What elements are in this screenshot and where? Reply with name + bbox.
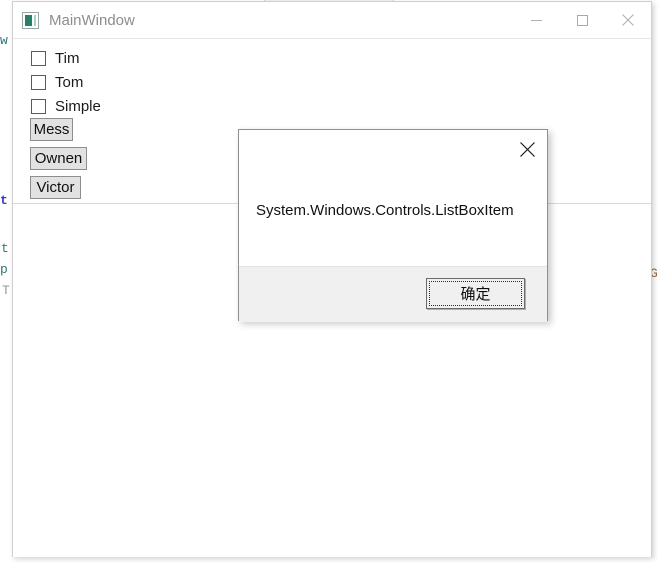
checkbox-box[interactable]: [31, 74, 46, 90]
victor-button[interactable]: Victor: [30, 176, 81, 199]
dialog-ok-button[interactable]: 确定: [426, 278, 525, 309]
app-icon: [22, 11, 39, 29]
close-button[interactable]: [605, 2, 651, 38]
maximize-button[interactable]: [559, 2, 605, 38]
checkbox-box[interactable]: [31, 98, 46, 114]
checkbox-box[interactable]: [31, 50, 46, 66]
bg-text-fragment: p: [0, 262, 8, 277]
bg-text-fragment: t: [1, 241, 9, 256]
checkbox-item-tom[interactable]: Tom: [31, 71, 83, 93]
window-title: MainWindow: [49, 11, 135, 29]
dialog-message-text: System.Windows.Controls.ListBoxItem: [256, 202, 514, 219]
checkbox-label: Tom: [55, 73, 84, 91]
bg-text-fragment: t: [0, 193, 8, 208]
mess-button[interactable]: Mess: [30, 118, 73, 141]
checkbox-label: Simple: [55, 97, 101, 115]
checkbox-item-tim[interactable]: Tim: [31, 47, 79, 69]
dialog-footer: 确定: [239, 266, 547, 322]
bg-text-fragment: w: [0, 33, 8, 48]
title-bar[interactable]: MainWindow: [13, 2, 651, 39]
dialog-body: System.Windows.Controls.ListBoxItem: [239, 130, 547, 266]
bg-text-fragment: T: [2, 283, 10, 298]
dialog-close-icon[interactable]: [515, 137, 539, 161]
message-dialog: System.Windows.Controls.ListBoxItem 确定: [238, 129, 548, 322]
ownen-button[interactable]: Ownen: [30, 147, 87, 170]
dialog-ok-label: 确定: [460, 285, 491, 303]
checkbox-label: Tim: [55, 49, 80, 67]
checkbox-item-simple[interactable]: Simple: [31, 95, 101, 117]
minimize-button[interactable]: [513, 2, 559, 38]
window-controls: [513, 2, 651, 38]
